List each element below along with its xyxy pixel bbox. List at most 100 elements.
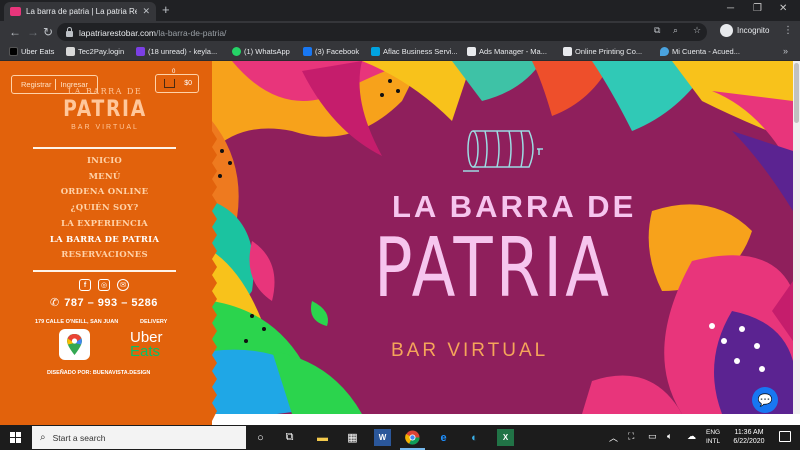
messenger-icon[interactable]: ✉	[117, 279, 129, 291]
chrome-icon[interactable]	[404, 429, 421, 446]
close-window-icon[interactable]: ✕	[779, 3, 787, 15]
bookmark-uber-eats[interactable]: Uber Eats	[9, 47, 54, 56]
battery-icon[interactable]: ▭	[648, 431, 657, 442]
new-tab-button[interactable]: +	[162, 3, 170, 17]
bookmark-mi-cuenta[interactable]: Mi Cuenta - Acued...	[660, 47, 740, 56]
incognito-indicator[interactable]: Incognito	[720, 24, 769, 37]
tab-strip: La barra de patria | La patria Resto ✕ +…	[0, 0, 800, 21]
hero-subtitle: BAR VIRTUAL	[391, 340, 549, 361]
printing-icon	[563, 47, 572, 56]
volume-icon[interactable]: 🔈︎	[667, 431, 672, 442]
bookmark-label: (18 unread) - keyla...	[148, 47, 218, 56]
aflac-icon	[371, 47, 380, 56]
designer-credit[interactable]: DISEÑADO POR: BUENAVISTA.DESIGN	[47, 370, 150, 376]
bookmark-aflac[interactable]: Aflac Business Servi...	[371, 47, 458, 56]
file-explorer-icon[interactable]: ▬	[314, 429, 331, 446]
messenger-chat-icon[interactable]: 💬	[752, 387, 778, 413]
divider	[33, 270, 176, 272]
nav-item-inicio[interactable]: INICIO	[33, 154, 176, 170]
logo-main-text: PATRIA	[63, 97, 147, 122]
cart-total: $0	[184, 80, 192, 87]
cart-count: 0	[172, 69, 176, 75]
bookmark-label: Mi Cuenta - Acued...	[672, 47, 740, 56]
bookmark-online-printing[interactable]: Online Printing Co...	[563, 47, 642, 56]
whatsapp-icon	[232, 47, 241, 56]
bookmark-yahoo-mail[interactable]: (18 unread) - keyla...	[136, 47, 217, 56]
nav-item-quien-soy[interactable]: ¿QUIÉN SOY?	[33, 201, 176, 217]
reload-icon[interactable]: ↻	[43, 25, 53, 39]
sidebar: Registrar Ingresar 0 $0 LA BARRA DE PATR…	[0, 61, 212, 425]
bookmark-whatsapp[interactable]: (1) WhatsApp	[232, 47, 290, 56]
browser-tab[interactable]: La barra de patria | La patria Resto ✕	[4, 2, 156, 21]
back-icon[interactable]: ←	[9, 25, 21, 39]
taskbar-search-box[interactable]: ⌕ Start a search	[32, 426, 246, 449]
bookmark-star-icon[interactable]: ☆	[693, 25, 701, 36]
nav-item-la-barra-de-patria[interactable]: LA BARRA DE PATRIA	[33, 233, 176, 249]
bookmark-label: Online Printing Co...	[575, 47, 643, 56]
water-drop-icon	[660, 47, 669, 56]
bookmark-label: Uber Eats	[21, 47, 55, 56]
lang-top: ENG	[706, 429, 721, 436]
nav-item-menu[interactable]: MENÚ	[33, 170, 176, 186]
system-clock[interactable]: 11:36 AM 6/22/2020	[728, 428, 770, 446]
bookmark-tec2pay[interactable]: Tec2Pay.login	[66, 47, 124, 56]
main-nav: INICIO MENÚ ORDENA ONLINE ¿QUIÉN SOY? LA…	[33, 154, 176, 264]
divider	[33, 147, 176, 149]
phone-contact[interactable]: ✆ 787 – 993 – 5286	[50, 296, 158, 310]
instagram-icon[interactable]: ◎	[98, 279, 110, 291]
zoom-icon[interactable]: ⌕	[673, 25, 678, 36]
page-background	[212, 414, 800, 425]
bookmark-label: Tec2Pay.login	[78, 47, 125, 56]
google-maps-icon[interactable]	[59, 329, 90, 360]
nav-item-reservaciones[interactable]: RESERVACIONES	[33, 248, 176, 264]
show-hidden-icons[interactable]: ︿	[609, 431, 618, 444]
excel-icon[interactable]: X	[497, 429, 514, 446]
windows-start-icon[interactable]	[10, 432, 21, 443]
calculator-icon[interactable]: ▦	[344, 429, 361, 446]
browser-menu-icon[interactable]: ⋮	[783, 25, 793, 36]
facebook-icon[interactable]: f	[79, 279, 91, 291]
bookmarks-bar: Uber Eats Tec2Pay.login (18 unread) - ke…	[0, 43, 800, 61]
lock-icon	[66, 26, 73, 37]
incognito-label: Incognito	[737, 26, 770, 35]
more-bookmarks-icon[interactable]: »	[783, 46, 788, 56]
uber-eats-logo[interactable]: Uber Eats	[130, 330, 163, 360]
bookmark-label: (1) WhatsApp	[244, 47, 290, 56]
app-tray-icon[interactable]: ⛶	[628, 431, 634, 442]
uber-eats-icon	[9, 47, 18, 56]
phone-number: 787 – 993 – 5286	[64, 296, 158, 309]
address-text: 179 CALLE O'NEILL, SAN JUAN	[35, 319, 119, 325]
edge-icon[interactable]: ◐	[466, 429, 483, 446]
hero-title-main: PATRIA	[374, 221, 613, 316]
logo-sub-text: BAR VIRTUAL	[71, 124, 139, 131]
notifications-icon[interactable]	[779, 431, 791, 442]
taskbar: ⌕ Start a search ○ ⧉ ▬ ▦ W e ◐ X ︿ ⛶ ▭ 🔈…	[0, 425, 800, 450]
sidebar-zigzag-edge	[205, 131, 217, 421]
yahoo-mail-icon	[136, 47, 145, 56]
maximize-icon[interactable]: ❐	[753, 3, 762, 15]
ads-manager-icon	[467, 47, 476, 56]
cortana-icon[interactable]: ○	[252, 429, 269, 446]
search-placeholder: Start a search	[52, 432, 106, 443]
address-bar[interactable]: lapatriarestobar.com/la-barra-de-patria/	[57, 23, 707, 41]
nav-item-la-experiencia[interactable]: LA EXPERIENCIA	[33, 217, 176, 233]
forward-icon[interactable]: →	[27, 25, 39, 39]
task-view-icon[interactable]: ⧉	[281, 429, 298, 446]
internet-explorer-icon[interactable]: e	[435, 429, 452, 446]
close-tab-icon[interactable]: ✕	[142, 7, 150, 16]
eats-text: Eats	[130, 343, 161, 360]
site-logo[interactable]: LA BARRA DE PATRIA BAR VIRTUAL	[30, 87, 180, 133]
logo-top-text: LA BARRA DE	[67, 87, 143, 96]
nav-item-ordena-online[interactable]: ORDENA ONLINE	[33, 185, 176, 201]
bookmark-facebook[interactable]: (3) Facebook	[303, 47, 359, 56]
site-favicon-icon	[10, 7, 21, 16]
scrollbar-thumb[interactable]	[794, 63, 799, 123]
hero-banner: LA BARRA DE PATRIA BAR VIRTUAL	[212, 61, 793, 414]
social-links: f ◎ ✉	[79, 279, 129, 291]
translate-icon[interactable]: ⧉	[654, 25, 660, 36]
bookmark-ads-manager[interactable]: Ads Manager - Ma...	[467, 47, 547, 56]
language-indicator[interactable]: ENG INTL	[706, 428, 720, 446]
word-icon[interactable]: W	[374, 429, 391, 446]
network-icon[interactable]: ☁︎	[687, 431, 696, 442]
minimize-icon[interactable]: ─	[727, 3, 734, 15]
